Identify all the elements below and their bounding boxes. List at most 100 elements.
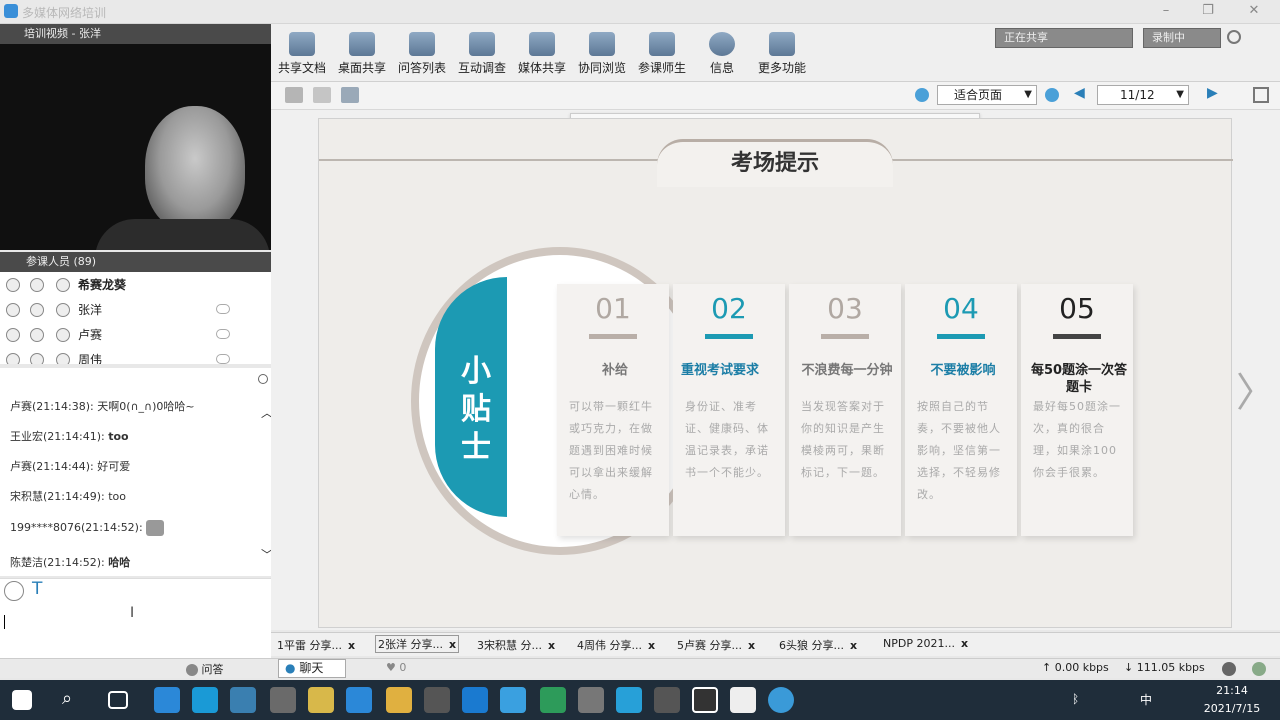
app-icon-3[interactable] [270, 687, 296, 713]
prev-page-icon[interactable]: ◀ [1074, 85, 1085, 101]
qa-list-button[interactable]: 问答列表 [393, 30, 451, 80]
search-icon[interactable]: ⌕ [62, 688, 72, 709]
participant-row[interactable]: 周伟 [0, 347, 260, 364]
whiteboard-icon[interactable] [341, 87, 359, 103]
share-doc-button[interactable]: 共享文档 [273, 30, 331, 80]
language-indicator[interactable]: 中 [1140, 691, 1152, 708]
chat-message: 陈楚洁(21:14:52): 哈哈 [10, 556, 131, 569]
text-cursor [4, 615, 5, 629]
sharing-status: 正在共享 [995, 28, 1133, 48]
app-icon-2[interactable] [230, 687, 256, 713]
collapse-icon[interactable] [258, 374, 268, 384]
app-icon-9[interactable] [578, 687, 604, 713]
chat-message: 宋积慧(21:14:49): too [10, 490, 126, 503]
new-doc-icon[interactable] [313, 87, 331, 103]
attendees-button[interactable]: 参课师生 [633, 30, 691, 80]
chat-tab[interactable]: ● 聊天 [278, 659, 346, 678]
app-icon-8[interactable] [540, 687, 566, 713]
mic-icon [30, 303, 44, 317]
tip-badge-text: 小贴士 [461, 354, 491, 465]
ie-icon[interactable] [154, 687, 180, 713]
app-icon-10[interactable] [654, 687, 680, 713]
chat-app-icon[interactable] [616, 687, 642, 713]
bluetooth-icon[interactable]: ᛒ [1072, 692, 1079, 706]
tip-card: 03 不浪费每一分钟 当发现答案对于你的知识是产生模棱两可，果断标记，下一题。 [789, 284, 901, 536]
video-panel-title: 培训视频 - 张洋 [24, 27, 101, 40]
participant-name: 周伟 [78, 353, 103, 364]
app-icon-7[interactable] [500, 687, 526, 713]
share-tab[interactable]: 6头狼 分享... x [779, 637, 857, 653]
card-number: 05 [1059, 292, 1095, 325]
participant-row[interactable]: 张洋 [0, 297, 260, 322]
app-icon-12[interactable] [730, 687, 756, 713]
zoom-select[interactable]: 适合页面 ▼ [937, 85, 1037, 105]
message-icon[interactable] [216, 304, 230, 314]
close-tab-icon: x [850, 639, 858, 652]
share-tab[interactable]: 5卢赛 分享... x [677, 637, 755, 653]
chat-message: 卢赛(21:14:44): 好可爱 [10, 460, 131, 473]
grid-icon [769, 32, 795, 56]
survey-button[interactable]: 互动调查 [453, 30, 511, 80]
download-rate: ↓ 111.05 kbps [1124, 661, 1205, 674]
slide: 考场提示 小贴士 01 补给 可以带一颗红牛或巧克力，在做题遇到困难时候可以拿出… [318, 118, 1233, 628]
share-tab-active[interactable]: 2张洋 分享... x [375, 635, 460, 653]
bug-icon[interactable] [1222, 662, 1236, 676]
zoom-out-icon[interactable] [1045, 88, 1059, 102]
user-icon [56, 278, 70, 292]
window-title: 多媒体网络培训 [22, 6, 107, 20]
share-tab[interactable]: 3宋积慧 分... x [477, 637, 555, 653]
task-view-icon[interactable] [108, 691, 128, 709]
close-tab-icon: x [960, 637, 969, 650]
user-icon [56, 353, 70, 364]
qa-icon [409, 32, 435, 56]
zoom-in-icon[interactable] [915, 88, 929, 102]
app-icon-4[interactable] [308, 687, 334, 713]
participant-name: 张洋 [78, 303, 103, 317]
text-format-icon[interactable]: T [32, 579, 42, 599]
media-share-button[interactable]: 媒体共享 [513, 30, 571, 80]
start-icon[interactable] [12, 690, 32, 710]
desktop-share-button[interactable]: 桌面共享 [333, 30, 391, 80]
qa-tab[interactable]: 问答 [186, 661, 224, 677]
mic-icon [30, 353, 44, 364]
open-folder-icon[interactable] [285, 87, 303, 103]
clock[interactable]: 21:14 2021/7/15 [1192, 682, 1272, 718]
likes[interactable]: ♥ 0 [386, 661, 406, 674]
more-button[interactable]: 更多功能 [753, 30, 811, 80]
app-icon-5[interactable] [346, 687, 372, 713]
card-heading: 不浪费每一分钟 [801, 363, 893, 378]
chat-input-area[interactable]: T I [0, 578, 271, 658]
app-icon-1[interactable] [192, 687, 218, 713]
card-heading: 重视考试要求 [681, 363, 760, 378]
shield-icon[interactable] [462, 687, 488, 713]
chat-bubble-icon: ● [285, 661, 296, 675]
emoji-picker-icon[interactable] [4, 581, 24, 601]
app-icon-6[interactable] [424, 687, 450, 713]
share-tabs: 1平雷 分享... x 2张洋 分享... x 3宋积慧 分... x 4周伟 分享.… [271, 632, 1280, 656]
card-number: 02 [711, 292, 747, 325]
next-page-icon[interactable]: ▶ [1207, 85, 1218, 101]
settings-icon[interactable] [1227, 30, 1241, 44]
close-tab-icon: x [449, 638, 457, 651]
close-button[interactable]: ✕ [1244, 2, 1264, 20]
maximize-button[interactable]: ❐ [1198, 2, 1218, 20]
next-slide-icon[interactable]: 〉 [1236, 360, 1276, 418]
participant-row[interactable]: 卢赛 [0, 322, 260, 347]
app-icon-13[interactable] [768, 687, 794, 713]
people-icon [649, 32, 675, 56]
minimize-button[interactable]: – [1156, 2, 1176, 20]
share-tab[interactable]: 1平雷 分享... x [277, 637, 355, 653]
page-select[interactable]: 11/12 ▼ [1097, 85, 1189, 105]
info-button[interactable]: 信息 [693, 30, 751, 80]
app-icon-11[interactable] [692, 687, 718, 713]
message-icon[interactable] [216, 354, 230, 364]
folder-icon[interactable] [386, 687, 412, 713]
message-icon[interactable] [216, 329, 230, 339]
recording-status[interactable]: 录制中 [1143, 28, 1221, 48]
participant-row[interactable]: 希赛龙葵 [0, 272, 260, 297]
share-tab[interactable]: 4周伟 分享... x [577, 637, 655, 653]
fullscreen-icon[interactable] [1253, 87, 1269, 103]
upload-rate: ↑ 0.00 kbps [1042, 661, 1109, 674]
co-browse-button[interactable]: 协同浏览 [573, 30, 631, 80]
share-tab[interactable]: NPDP 2021... x [883, 637, 968, 650]
